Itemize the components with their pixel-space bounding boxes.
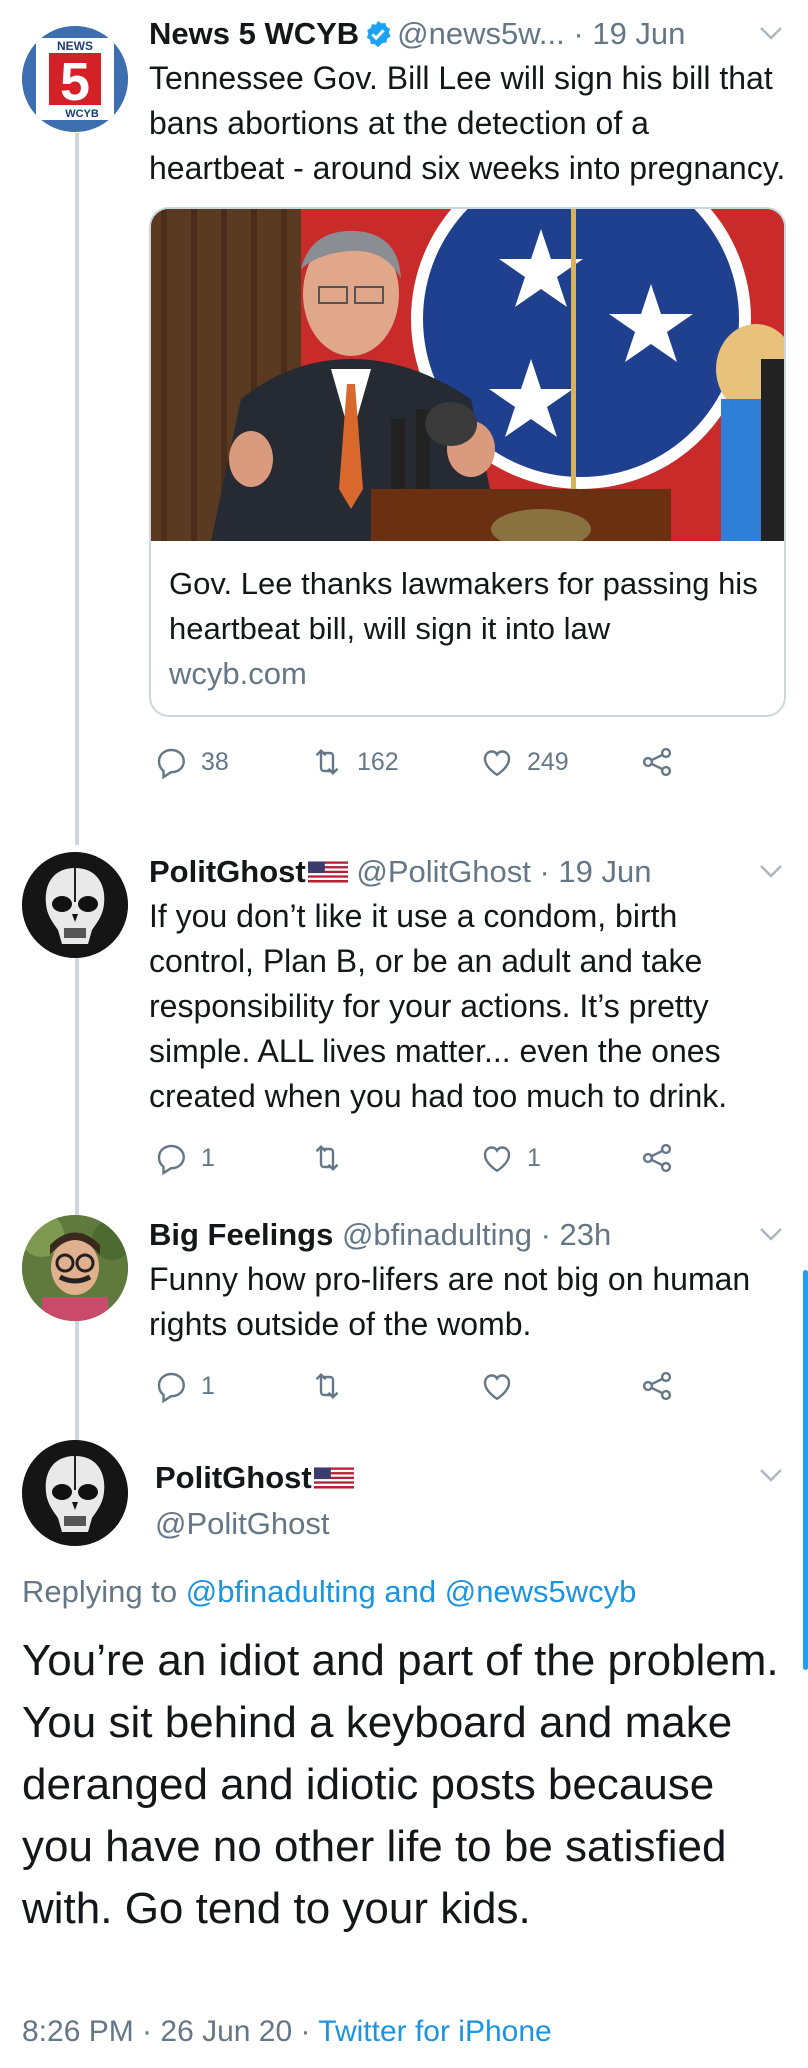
card-domain: wcyb.com: [169, 656, 307, 691]
timestamp[interactable]: · 23h: [541, 1217, 612, 1252]
chevron-down-icon[interactable]: [756, 1460, 786, 1490]
mention-link[interactable]: @news5wcyb: [445, 1574, 637, 1609]
retweet-icon: [315, 749, 339, 775]
like-icon: [483, 750, 511, 777]
like-icon: [483, 1146, 511, 1173]
avatar[interactable]: NEWS 5 WCYB: [22, 26, 128, 132]
source-link[interactable]: Twitter for iPhone: [318, 2015, 551, 2048]
reply-button[interactable]: 38: [153, 737, 229, 787]
display-name[interactable]: Big Feelings: [149, 1217, 333, 1252]
retweet-button[interactable]: [309, 1133, 357, 1183]
share-button[interactable]: [639, 1361, 675, 1411]
replying-prefix: Replying to: [22, 1574, 186, 1609]
display-name[interactable]: News 5 WCYB: [149, 16, 359, 51]
skull-mask-avatar: [22, 852, 128, 958]
display-name[interactable]: PolitGhost: [149, 854, 306, 889]
news5-logo: NEWS 5 WCYB: [22, 26, 128, 132]
like-button[interactable]: 249: [479, 737, 569, 787]
reply-icon: [157, 1144, 185, 1176]
reply-count: 1: [201, 1371, 215, 1400]
like-count: 249: [527, 747, 569, 776]
card-title: Gov. Lee thanks lawmakers for passing hi…: [169, 566, 758, 646]
tweet-actions: 38 162 249: [149, 737, 786, 787]
link-card[interactable]: Gov. Lee thanks lawmakers for passing hi…: [149, 207, 786, 717]
like-button[interactable]: [479, 1361, 527, 1411]
thread-line: [75, 955, 79, 1215]
retweet-icon: [315, 1145, 339, 1171]
svg-text:WCYB: WCYB: [65, 108, 99, 120]
mention-link[interactable]: @bfinadulting: [186, 1574, 376, 1609]
share-icon: [642, 1143, 672, 1173]
share-button[interactable]: [639, 1133, 675, 1183]
tweet-actions: 1: [149, 1361, 786, 1411]
svg-text:NEWS: NEWS: [57, 39, 93, 53]
reply-button[interactable]: 1: [153, 1361, 215, 1411]
tweet-meta: 8:26 PM · 26 Jun 20 · Twitter for iPhone: [22, 2012, 552, 2052]
focused-tweet-text: You’re an idiot and part of the problem.…: [22, 1636, 779, 1933]
skull-mask-avatar: [22, 1440, 128, 1546]
retweet-button[interactable]: [309, 1361, 357, 1411]
tweet-header: Big Feelings @bfinadulting · 23h: [149, 1215, 786, 1255]
chevron-down-icon[interactable]: [756, 1219, 786, 1249]
thread-line: [75, 133, 79, 845]
tweet-header: News 5 WCYB @news5w... · 19 Jun: [149, 14, 786, 54]
thread-line: [75, 1310, 79, 1440]
focused-user[interactable]: PolitGhost @PolitGhost: [155, 1458, 354, 1544]
retweet-button[interactable]: 162: [309, 737, 399, 787]
reply-icon: [157, 1372, 185, 1404]
verified-badge-icon: [366, 20, 391, 48]
avatar[interactable]: [22, 852, 128, 958]
share-button[interactable]: [639, 737, 675, 787]
like-button[interactable]: 1: [479, 1133, 541, 1183]
tweet-text: Funny how pro-lifers are not big on huma…: [149, 1261, 751, 1342]
tweet-text: If you don’t like it use a condom, birth…: [149, 898, 728, 1114]
reply-count: 1: [201, 1143, 215, 1172]
handle[interactable]: @bfinadulting: [342, 1217, 532, 1252]
share-icon: [642, 1371, 672, 1401]
us-flag-icon: [307, 861, 348, 883]
tweet-header: PolitGhost @PolitGhost · 19 Jun: [149, 852, 786, 892]
replying-and: and: [375, 1574, 445, 1609]
handle[interactable]: @PolitGhost: [356, 854, 530, 889]
scrollbar[interactable]: [803, 1270, 808, 1670]
retweet-count: 162: [357, 747, 399, 776]
timestamp[interactable]: · 19 Jun: [539, 854, 651, 889]
chevron-down-icon[interactable]: [756, 856, 786, 886]
reply-button[interactable]: 1: [153, 1133, 215, 1183]
handle[interactable]: @news5w...: [397, 16, 565, 51]
reply-count: 38: [201, 747, 229, 776]
chevron-down-icon[interactable]: [756, 18, 786, 48]
tweet-actions: 1 1: [149, 1133, 786, 1183]
reply-icon: [157, 748, 185, 780]
timestamp[interactable]: · 19 Jun: [573, 16, 685, 51]
tweet-text: Tennessee Gov. Bill Lee will sign his bi…: [149, 60, 786, 186]
like-count: 1: [527, 1143, 541, 1172]
share-icon: [642, 747, 672, 777]
photo-avatar: [22, 1215, 128, 1321]
like-icon: [483, 1374, 511, 1401]
handle[interactable]: @PolitGhost: [155, 1504, 354, 1544]
replying-to: Replying to @bfinadulting and @news5wcyb: [22, 1572, 636, 1612]
avatar[interactable]: [22, 1440, 128, 1546]
retweet-icon: [315, 1373, 339, 1399]
timestamp[interactable]: 8:26 PM · 26 Jun 20 ·: [22, 2015, 318, 2048]
card-image: [151, 209, 784, 541]
svg-text:5: 5: [60, 52, 90, 112]
us-flag-icon: [313, 1467, 354, 1489]
avatar[interactable]: [22, 1215, 128, 1321]
display-name[interactable]: PolitGhost: [155, 1460, 312, 1495]
